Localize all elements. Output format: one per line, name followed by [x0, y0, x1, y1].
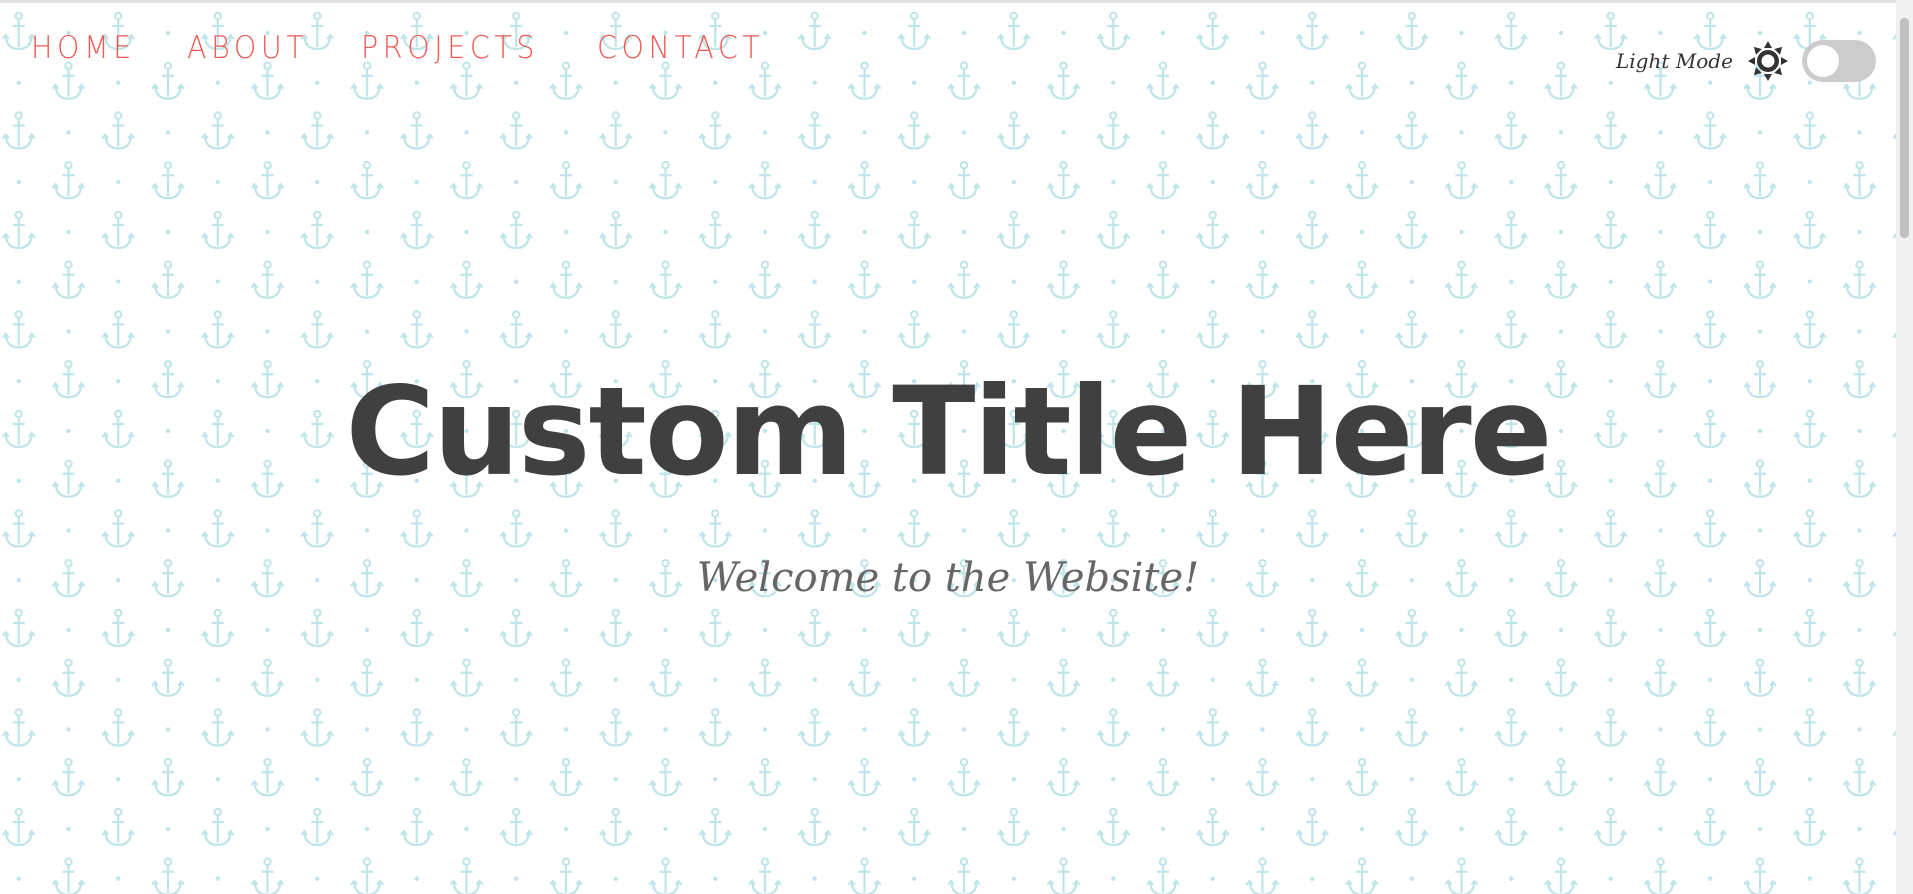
- theme-mode-label: Light Mode: [1616, 49, 1733, 73]
- scrollbar-thumb[interactable]: [1900, 18, 1909, 238]
- main-nav: HOME ABOUT PROJECTS CONTACT: [31, 28, 821, 68]
- nav-link-contact[interactable]: CONTACT: [597, 28, 764, 68]
- hero-subtitle: Welcome to the Website!: [696, 555, 1200, 601]
- theme-toggle-switch[interactable]: [1802, 40, 1876, 82]
- nav-link-projects[interactable]: PROJECTS: [361, 28, 539, 68]
- nav-link-home[interactable]: HOME: [31, 28, 136, 68]
- nav-link-about[interactable]: ABOUT: [187, 28, 308, 68]
- theme-switcher: Light Mode: [1616, 40, 1876, 82]
- toggle-knob: [1807, 45, 1839, 77]
- vertical-scrollbar[interactable]: [1896, 0, 1913, 894]
- sun-icon: [1748, 41, 1788, 81]
- hero-title: Custom Title Here: [345, 361, 1553, 503]
